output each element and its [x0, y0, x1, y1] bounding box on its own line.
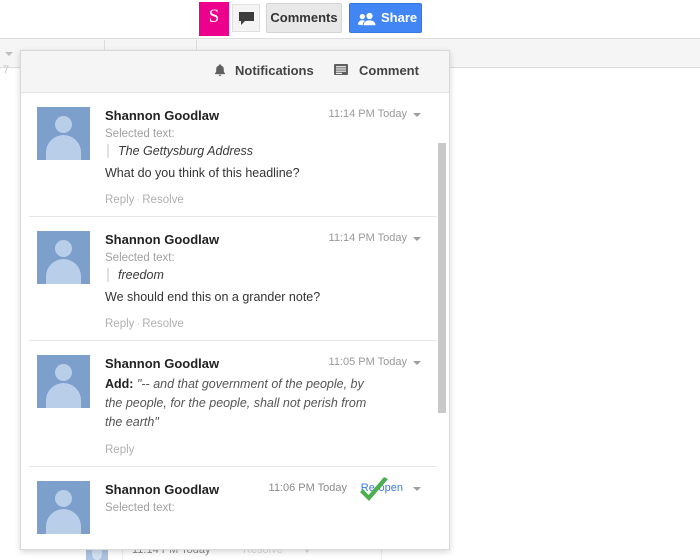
share-button[interactable]: Share — [349, 3, 422, 33]
speech-bubble-button[interactable] — [232, 4, 260, 32]
app-badge[interactable]: S — [199, 2, 229, 36]
avatar — [37, 107, 90, 160]
comment-body: Add: "-- and that government of the peop… — [105, 375, 380, 432]
comment-author: Shannon Goodlaw — [105, 482, 220, 497]
resolve-link[interactable]: Resolve — [142, 318, 184, 330]
comment-timestamp: 11:06 PM Today — [268, 482, 347, 494]
panel-header: Notifications Comment — [21, 51, 449, 93]
chevron-down-icon[interactable] — [413, 487, 421, 491]
comment-body: We should end this on a grander note? — [105, 290, 321, 304]
add-prefix: Add: — [105, 377, 134, 391]
avatar-body — [46, 383, 81, 408]
comment-timestamp: 11:14 PM Today — [328, 232, 407, 244]
comment-author: Shannon Goodlaw — [105, 232, 220, 247]
comments-list[interactable]: Shannon Goodlaw 11:14 PM Today Selected … — [21, 93, 449, 549]
avatar — [37, 231, 90, 284]
chevron-down-icon — [5, 52, 13, 56]
scrollbar-thumb[interactable] — [438, 143, 446, 413]
comment-item[interactable]: Shannon Goodlaw 11:05 PM Today Add: "-- … — [29, 340, 441, 466]
selected-text-quote: The Gettysburg Address — [107, 144, 421, 158]
app-badge-label: S — [208, 6, 220, 27]
reply-link[interactable]: Reply — [105, 194, 134, 206]
chevron-down-icon[interactable] — [413, 361, 421, 365]
comment-author: Shannon Goodlaw — [105, 356, 220, 371]
comment-item[interactable]: Shannon Goodlaw 11:14 PM Today Selected … — [29, 216, 441, 340]
document-icon — [333, 63, 349, 83]
reply-link[interactable]: Reply — [105, 444, 134, 456]
comments-button-label: Comments — [270, 10, 338, 25]
comment-actions: Reply · Resolve — [105, 194, 421, 206]
scrollbar-track[interactable] — [437, 93, 448, 549]
avatar-body — [46, 259, 81, 284]
comment-body: What do you think of this headline? — [105, 166, 300, 180]
comment-timestamp: 11:14 PM Today — [328, 108, 407, 120]
avatar-body — [46, 509, 81, 534]
avatar-body — [46, 135, 81, 160]
bell-icon — [213, 63, 227, 83]
avatar — [37, 481, 90, 534]
avatar-head — [55, 490, 72, 507]
comments-button[interactable]: Comments — [266, 3, 342, 33]
selected-text-label: Selected text: — [105, 128, 175, 140]
app-badge-underline — [199, 29, 229, 33]
comment-item[interactable]: Shannon Goodlaw 11:14 PM Today Selected … — [29, 93, 441, 216]
tab-comment[interactable]: Comment — [359, 63, 419, 78]
comment-author: Shannon Goodlaw — [105, 108, 220, 123]
top-toolbar: S Comments Share — [0, 0, 700, 38]
comment-item-resolved[interactable]: Shannon Goodlaw 11:06 PM Today · Re-open… — [29, 466, 441, 547]
people-icon — [358, 12, 377, 29]
avatar-head — [55, 116, 72, 133]
chevron-down-icon[interactable] — [413, 237, 421, 241]
comments-panel: Notifications Comment Shannon Goodlaw 11… — [20, 50, 450, 550]
chevron-down-icon[interactable] — [413, 113, 421, 117]
avatar — [37, 355, 90, 408]
selected-text-label: Selected text: — [105, 252, 175, 264]
zoom-level-value: 7 — [3, 64, 10, 76]
avatar-head — [55, 364, 72, 381]
green-check-icon — [357, 477, 391, 512]
avatar-head — [55, 240, 72, 257]
tab-notifications[interactable]: Notifications — [235, 63, 314, 78]
selected-text-quote: freedom — [107, 268, 421, 282]
resolve-link[interactable]: Resolve — [142, 194, 184, 206]
share-button-label: Share — [381, 10, 418, 25]
reply-link[interactable]: Reply — [105, 318, 134, 330]
comment-actions: Reply — [105, 444, 421, 456]
comment-timestamp: 11:05 PM Today — [328, 356, 407, 368]
add-body: "-- and that government of the people, b… — [105, 377, 367, 429]
comment-actions: Reply · Resolve — [105, 318, 421, 330]
